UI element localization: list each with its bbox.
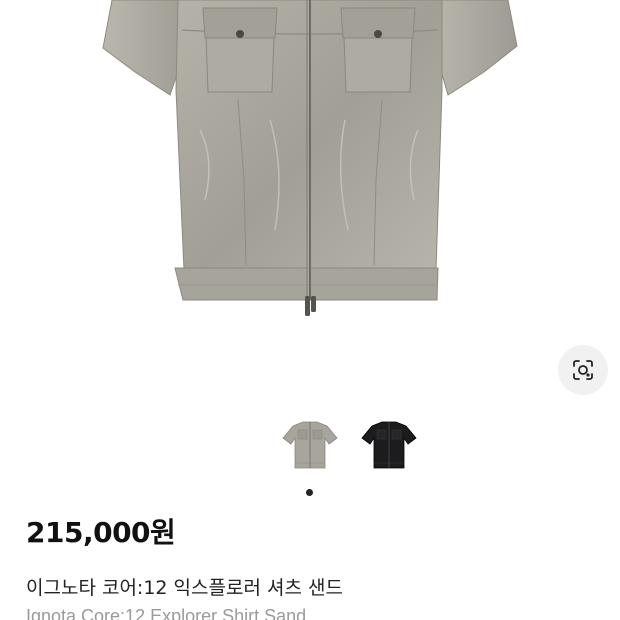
image-search-icon bbox=[573, 360, 593, 380]
product-main-image[interactable] bbox=[0, 0, 620, 335]
variant-thumbnails bbox=[0, 418, 620, 476]
shirt-photo bbox=[102, 0, 518, 316]
black-shirt-thumbnail bbox=[361, 421, 417, 469]
product-page: 215,000원 이그노타 코어:12 익스플로러 셔츠 샌드 Ignota C… bbox=[0, 0, 620, 620]
variant-thumbnail-black[interactable] bbox=[360, 418, 418, 476]
carousel-page-indicator bbox=[306, 489, 313, 496]
product-price: 215,000원 bbox=[26, 516, 176, 549]
image-search-button[interactable] bbox=[558, 345, 608, 395]
sand-shirt-thumbnail bbox=[282, 421, 338, 469]
product-name-english: Ignota Core:12 Explorer Shirt Sand bbox=[26, 606, 307, 620]
product-name-korean: 이그노타 코어:12 익스플로러 셔츠 샌드 bbox=[26, 577, 343, 599]
variant-thumbnail-sand[interactable] bbox=[281, 418, 339, 476]
